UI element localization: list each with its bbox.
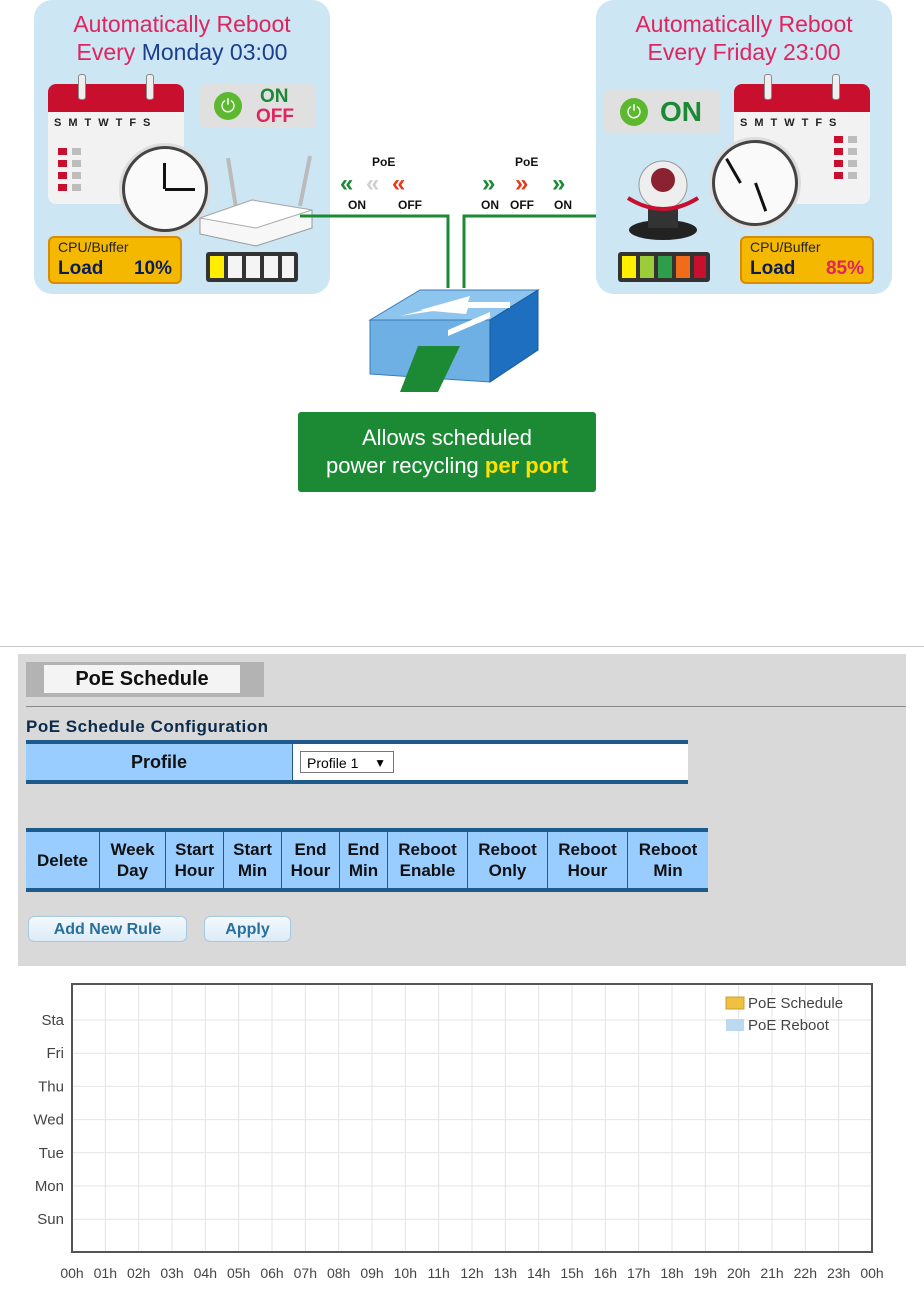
profile-select-value: Profile 1 — [307, 755, 359, 771]
profile-table: Profile Profile 1 ▼ — [26, 740, 688, 784]
x-tick-label: 00h — [860, 1265, 883, 1281]
page-title-tab[interactable]: PoE Schedule — [44, 665, 240, 693]
x-tick-label: 17h — [627, 1265, 650, 1281]
poe-off-arrows-icon: » — [515, 170, 529, 197]
x-tick-label: 01h — [94, 1265, 117, 1281]
column-header-reboot-hour: Reboot Hour — [548, 832, 628, 888]
x-tick-label: 12h — [460, 1265, 483, 1281]
network-switch-diagram — [300, 214, 596, 392]
right-schedule-panel: Automatically Reboot Every Friday 23:00 … — [596, 0, 892, 294]
x-tick-label: 20h — [727, 1265, 750, 1281]
on-off-indicator: ⏻ ON OFF — [200, 84, 316, 128]
x-tick-label: 04h — [194, 1265, 217, 1281]
column-header-end-min: End Min — [340, 832, 388, 888]
column-header-reboot-min: Reboot Min — [628, 832, 708, 888]
power-icon: ⏻ — [620, 98, 648, 126]
left-title-line2: Every Monday 03:00 — [76, 39, 288, 65]
profile-label: Profile — [26, 744, 293, 780]
x-tick-label: 00h — [60, 1265, 83, 1281]
x-tick-label: 15h — [560, 1265, 583, 1281]
y-tick-label: Thu — [38, 1078, 64, 1095]
battery-low-icon — [206, 252, 298, 282]
x-tick-label: 08h — [327, 1265, 350, 1281]
ip-camera-icon — [626, 160, 700, 240]
y-tick-label: Wed — [33, 1112, 64, 1129]
section-title: PoE Schedule Configuration — [26, 717, 269, 736]
x-tick-label: 11h — [428, 1265, 450, 1281]
x-tick-label: 10h — [394, 1265, 417, 1281]
x-tick-label: 13h — [494, 1265, 517, 1281]
x-tick-label: 07h — [294, 1265, 317, 1281]
x-tick-label: 03h — [160, 1265, 183, 1281]
column-header-reboot-enable: Reboot Enable — [388, 832, 468, 888]
x-tick-label: 14h — [527, 1265, 550, 1281]
power-icon: ⏻ — [214, 92, 242, 120]
y-tick-label: Fri — [47, 1045, 65, 1062]
poe-on-arrows-icon: » — [552, 170, 566, 197]
y-tick-label: Tue — [39, 1145, 64, 1162]
x-tick-label: 18h — [660, 1265, 683, 1281]
apply-button[interactable]: Apply — [204, 916, 291, 942]
right-title-line2: Every Friday 23:00 — [647, 39, 841, 65]
right-title-line1: Automatically Reboot — [635, 11, 853, 37]
poe-transition-arrows-icon: « — [366, 170, 380, 197]
page-tab-frame: PoE Schedule — [26, 662, 264, 697]
column-header-week-day: Week Day — [100, 832, 166, 888]
legend-label: PoE Schedule — [748, 995, 843, 1012]
y-tick-label: Sta — [41, 1012, 64, 1029]
poe-label-left: PoE — [372, 155, 396, 169]
legend-swatch — [726, 1019, 744, 1031]
column-header-start-hour: Start Hour — [166, 832, 224, 888]
column-header-delete: Delete — [26, 832, 100, 888]
legend-label: PoE Reboot — [748, 1017, 830, 1034]
x-tick-label: 22h — [794, 1265, 817, 1281]
poe-on-arrows-icon: » — [482, 170, 496, 197]
y-tick-label: Mon — [35, 1178, 64, 1195]
left-schedule-panel: Automatically Reboot Every Monday 03:00 … — [34, 0, 330, 294]
x-tick-label: 06h — [260, 1265, 283, 1281]
x-tick-label: 21h — [760, 1265, 783, 1281]
dropdown-caret-icon: ▼ — [374, 756, 386, 770]
poe-label-right: PoE — [515, 155, 539, 169]
on-indicator: ⏻ ON — [604, 90, 720, 134]
cpu-load-high-badge: CPU/Buffer Load 85% — [740, 236, 874, 284]
cpu-load-low-badge: CPU/Buffer Load 10% — [48, 236, 182, 284]
column-header-start-min: Start Min — [224, 832, 282, 888]
legend-swatch — [725, 996, 745, 1010]
schedule-rules-table-header: Delete Week Day Start Hour Start Min End Hour End… — [26, 828, 708, 892]
x-tick-label: 09h — [360, 1265, 383, 1281]
x-tick-label: 19h — [694, 1265, 717, 1281]
x-tick-label: 02h — [127, 1265, 150, 1281]
tab-underline — [26, 706, 906, 707]
left-title-line1: Automatically Reboot — [73, 11, 291, 37]
column-header-reboot-only: Reboot Only — [468, 832, 548, 888]
y-tick-label: Sun — [37, 1211, 64, 1228]
x-tick-label: 16h — [594, 1265, 617, 1281]
poe-schedule-chart: Sta Fri Thu Wed Tue Mon Sun 00h 01h 02h 03h 04h 05h 0… — [20, 966, 902, 1298]
poe-off-arrows-icon: « — [392, 170, 406, 197]
x-tick-label: 05h — [227, 1265, 250, 1281]
add-new-rule-button[interactable]: Add New Rule — [28, 916, 187, 942]
column-header-end-hour: End Hour — [282, 832, 340, 888]
clock-icon — [712, 140, 798, 226]
battery-high-icon — [618, 252, 710, 282]
callout-box: Allows scheduled power recycling per por… — [298, 412, 596, 492]
poe-on-arrows-icon: « — [340, 170, 354, 197]
section-divider — [0, 646, 924, 647]
profile-select[interactable]: Profile 1 ▼ — [300, 751, 394, 773]
x-tick-label: 23h — [827, 1265, 850, 1281]
poe-schedule-page: PoE Schedule PoE Schedule Configuration … — [18, 654, 906, 966]
